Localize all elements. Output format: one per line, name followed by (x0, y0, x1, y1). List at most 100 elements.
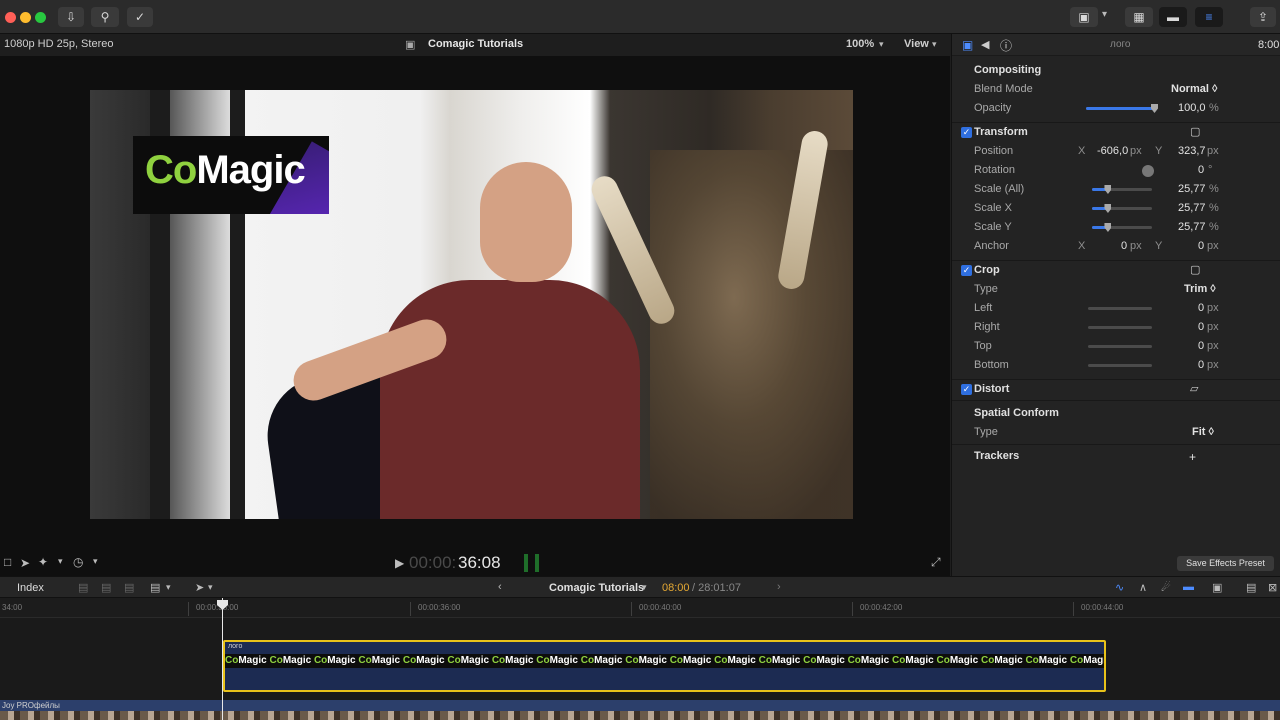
distort-checkbox[interactable]: ✓ (961, 384, 972, 395)
speed-icon[interactable]: ◷ (73, 555, 83, 569)
trackers-section[interactable]: Trackers + (952, 447, 1280, 466)
enhance-chevron-icon[interactable]: ▾ (58, 556, 63, 567)
forward-arrow-icon[interactable]: › (777, 581, 781, 593)
crop-type-popup[interactable]: Trim ◊ (1184, 283, 1216, 295)
crop-top-value[interactable]: 0 (1198, 340, 1204, 352)
format-label: 1080p HD 25p, Stereo (4, 38, 114, 50)
anchor-x-value[interactable]: 0 (1121, 240, 1127, 252)
anchor-y-value[interactable]: 0 (1198, 240, 1204, 252)
edit-chevron-icon[interactable]: ▾ (166, 582, 171, 593)
index-button[interactable]: Index (17, 582, 44, 594)
inspector-toggle-button[interactable]: ≡ (1195, 7, 1223, 27)
view-menu[interactable]: View (904, 38, 929, 50)
skimming-icon[interactable]: ∧ (1139, 581, 1147, 594)
transform-onscreen-icon[interactable]: ▢ (1190, 125, 1200, 138)
scale-x-slider[interactable] (1092, 204, 1152, 213)
opacity-value[interactable]: 100,0 (1178, 102, 1206, 114)
pointer-icon[interactable]: ➤ (20, 556, 30, 570)
position-x-value[interactable]: -606,0 (1097, 145, 1128, 157)
close-window-button[interactable] (5, 12, 16, 23)
transform-tool-icon[interactable]: □ (4, 555, 11, 569)
rotation-dial[interactable] (1142, 165, 1154, 177)
video-frame[interactable]: CoMagic (90, 90, 853, 519)
share-button[interactable]: ⇪ (1250, 7, 1276, 27)
select-tool-icon[interactable]: ➤ (195, 581, 204, 594)
video-inspector-icon[interactable]: ▣ (962, 38, 973, 52)
chevron-down-icon[interactable]: ▾ (1102, 9, 1107, 20)
timeline-body[interactable]: лого CoMagic CoMagic CoMagic CoMagic CoM… (0, 618, 1280, 720)
main-video-clip[interactable]: Joy PROфейлы (0, 700, 1280, 720)
slider-knob[interactable] (1104, 223, 1112, 232)
insert-clip-icon[interactable]: ▤ (101, 581, 111, 594)
rotation-value[interactable]: 0 (1198, 164, 1204, 176)
project-chevron-icon[interactable]: ▾ (642, 582, 647, 593)
back-arrow-icon[interactable]: ‹ (498, 581, 502, 593)
headphones-icon[interactable]: ☄ (1161, 581, 1171, 594)
minimize-window-button[interactable] (20, 12, 31, 23)
audio-waveform-icon[interactable]: ∿ (1115, 581, 1124, 594)
scale-all-slider[interactable] (1092, 185, 1152, 194)
background-tasks-button[interactable]: ✓ (127, 7, 153, 27)
crop-top-slider[interactable] (1088, 345, 1152, 348)
distort-onscreen-icon[interactable]: ▱ (1190, 382, 1198, 395)
zoom-dropdown[interactable]: 100% (846, 38, 874, 50)
crop-right-slider[interactable] (1088, 326, 1152, 329)
viewer-title: Comagic Tutorials (428, 38, 524, 50)
connect-clip-icon[interactable]: ▤ (78, 581, 88, 594)
fullscreen-icon[interactable]: ⤢ (931, 555, 941, 570)
browser-toggle-button[interactable]: ▦ (1125, 7, 1153, 27)
timeline-toggle-button[interactable]: ▬ (1159, 7, 1187, 27)
position-y-value[interactable]: 323,7 (1178, 145, 1206, 157)
scale-y-value[interactable]: 25,77 (1178, 221, 1206, 233)
effects-browser-icon[interactable]: ▣ (1212, 581, 1222, 594)
scale-y-slider[interactable] (1092, 223, 1152, 232)
tool-chevron-icon[interactable]: ▾ (208, 582, 213, 593)
crop-section[interactable]: ✓ Crop ▢ (952, 261, 1280, 280)
workspace-button[interactable]: ▣ (1070, 7, 1098, 27)
speed-chevron-icon[interactable]: ▾ (93, 556, 98, 567)
overwrite-clip-icon[interactable]: ▤ (150, 581, 160, 594)
snapping-icon[interactable]: ▬ (1183, 581, 1194, 593)
slider-knob[interactable] (1104, 204, 1112, 213)
filmstrip-logo-magic: Magic (1083, 655, 1104, 666)
comagic-logo-overlay[interactable]: CoMagic (133, 136, 329, 214)
crop-left-value[interactable]: 0 (1198, 302, 1204, 314)
scale-x-value[interactable]: 25,77 (1178, 202, 1206, 214)
spatial-conform-type-popup[interactable]: Fit ◊ (1192, 426, 1214, 438)
save-effects-preset-button[interactable]: Save Effects Preset (1177, 556, 1274, 571)
transitions-icon[interactable]: ⊠ (1268, 581, 1277, 594)
spatial-conform-section[interactable]: Spatial Conform (952, 404, 1280, 423)
timecode-display[interactable]: 36:08 (458, 553, 501, 573)
enhance-wand-icon[interactable]: ✦ (38, 555, 48, 569)
playhead[interactable] (222, 598, 223, 720)
zoom-window-button[interactable] (35, 12, 46, 23)
timeline-ruler[interactable]: 34:00 00:00:38:00 00:00:36:00 00:00:40:0… (0, 598, 1280, 618)
crop-onscreen-icon[interactable]: ▢ (1190, 263, 1200, 276)
distort-section[interactable]: ✓ Distort ▱ (952, 380, 1280, 399)
effects-inspector-icon[interactable]: ◀ (981, 38, 989, 51)
transform-checkbox[interactable]: ✓ (961, 127, 972, 138)
crop-checkbox[interactable]: ✓ (961, 265, 972, 276)
import-button[interactable]: ⇩ (58, 7, 84, 27)
project-name[interactable]: Comagic Tutorials (549, 582, 644, 594)
play-button[interactable]: ▶ (395, 556, 404, 570)
opacity-slider[interactable] (1086, 104, 1158, 113)
clapper-icon: ▣ (405, 39, 416, 51)
transform-section[interactable]: ✓ Transform ▢ (952, 123, 1280, 142)
slider-knob[interactable] (1104, 185, 1112, 194)
slider-knob[interactable] (1151, 104, 1158, 113)
clip-appearance-icon[interactable]: ▤ (1246, 581, 1256, 594)
crop-left-slider[interactable] (1088, 307, 1152, 310)
logo-clip[interactable]: лого CoMagic CoMagic CoMagic CoMagic CoM… (223, 640, 1106, 692)
keywords-button[interactable]: ⚲ (91, 7, 119, 27)
compositing-section[interactable]: Compositing (952, 61, 1280, 80)
info-icon[interactable]: ⓘ (1000, 37, 1012, 54)
crop-right-value[interactable]: 0 (1198, 321, 1204, 333)
scale-all-value[interactable]: 25,77 (1178, 183, 1206, 195)
crop-bottom-value[interactable]: 0 (1198, 359, 1204, 371)
add-tracker-button[interactable]: + (1189, 450, 1196, 464)
crop-bottom-slider[interactable] (1088, 364, 1152, 367)
append-clip-icon[interactable]: ▤ (124, 581, 134, 594)
blend-mode-label: Blend Mode (974, 83, 1033, 95)
blend-mode-popup[interactable]: Normal ◊ (1171, 83, 1217, 95)
